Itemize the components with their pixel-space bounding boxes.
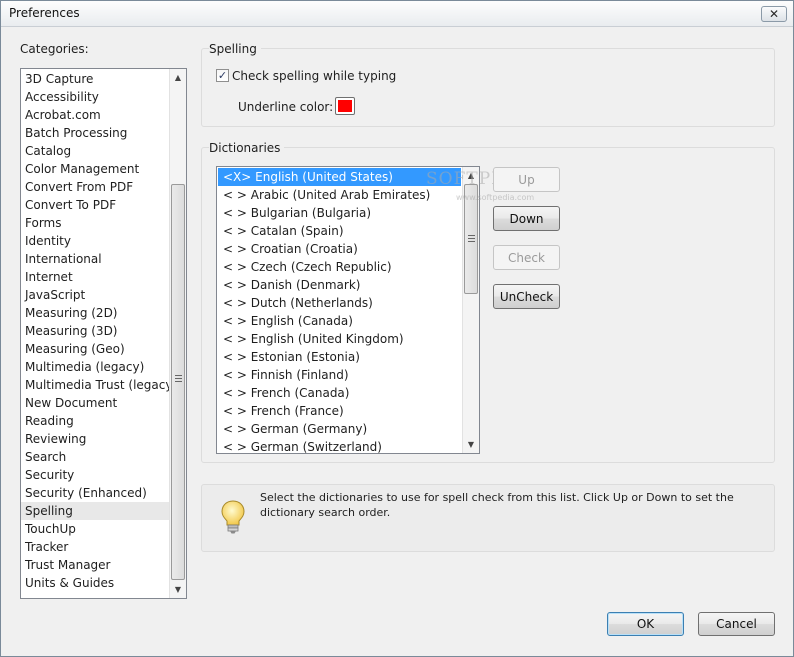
dictionary-item[interactable]: < > Catalan (Spain)	[218, 222, 461, 240]
dict-grip-icon	[468, 235, 475, 242]
underline-color-picker[interactable]	[335, 97, 355, 115]
category-item[interactable]: International	[21, 250, 169, 268]
dictionary-item[interactable]: < > French (France)	[218, 402, 461, 420]
category-item[interactable]: Internet	[21, 268, 169, 286]
down-button[interactable]: Down	[493, 206, 560, 231]
category-item[interactable]: Multimedia (legacy)	[21, 358, 169, 376]
category-item[interactable]: Trust Manager	[21, 556, 169, 574]
scroll-up-icon[interactable]: ▲	[170, 69, 186, 86]
category-item[interactable]: TouchUp	[21, 520, 169, 538]
dictionaries-list[interactable]: <X> English (United States) < > Arabic (U…	[216, 166, 480, 454]
dictionary-item[interactable]: < > French (Canada)	[218, 384, 461, 402]
close-icon: ✕	[768, 7, 780, 21]
category-item[interactable]: Convert From PDF	[21, 178, 169, 196]
category-item[interactable]: Batch Processing	[21, 124, 169, 142]
title-bar: Preferences ✕	[1, 1, 793, 27]
dictionary-item[interactable]: < > Estonian (Estonia)	[218, 348, 461, 366]
category-item[interactable]: Multimedia Trust (legacy)	[21, 376, 177, 394]
close-button[interactable]: ✕	[761, 6, 787, 22]
category-item[interactable]: JavaScript	[21, 286, 169, 304]
category-item[interactable]: Units & Guides	[21, 574, 169, 592]
dictionaries-group-title: Dictionaries	[209, 141, 285, 155]
cancel-button[interactable]: Cancel	[698, 612, 775, 636]
category-item[interactable]: Spelling	[21, 502, 169, 520]
category-item[interactable]: Convert To PDF	[21, 196, 169, 214]
uncheck-button[interactable]: UnCheck	[493, 284, 560, 309]
hint-box: Select the dictionaries to use for spell…	[201, 484, 775, 552]
category-item[interactable]: Accessibility	[21, 88, 169, 106]
category-item[interactable]: Acrobat.com	[21, 106, 169, 124]
lightbulb-icon	[221, 500, 245, 534]
category-item[interactable]: Search	[21, 448, 169, 466]
scroll-down-icon[interactable]: ▼	[170, 581, 186, 598]
category-item[interactable]: Security	[21, 466, 169, 484]
dict-scroll-down-icon[interactable]: ▼	[463, 436, 479, 453]
category-item[interactable]: Catalog	[21, 142, 169, 160]
category-item[interactable]: Forms	[21, 214, 169, 232]
watermark-url: www.softpedia.com	[456, 193, 535, 202]
dictionary-item[interactable]: < > Bulgarian (Bulgaria)	[218, 204, 461, 222]
category-item[interactable]: Identity	[21, 232, 169, 250]
dictionary-item[interactable]: < > English (Canada)	[218, 312, 461, 330]
dictionary-item[interactable]: <X> English (United States)	[218, 168, 461, 186]
up-button[interactable]: Up	[493, 167, 560, 192]
category-item[interactable]: New Document	[21, 394, 169, 412]
dictionaries-scrollbar[interactable]: ▲ ▼	[462, 167, 479, 453]
category-item[interactable]: Reviewing	[21, 430, 169, 448]
category-item[interactable]: Measuring (Geo)	[21, 340, 169, 358]
category-item[interactable]: Security (Enhanced)	[21, 484, 169, 502]
window-title: Preferences	[9, 6, 80, 20]
category-item[interactable]: Measuring (2D)	[21, 304, 169, 322]
checkmark-icon: ✓	[217, 69, 228, 82]
category-item[interactable]: Measuring (3D)	[21, 322, 169, 340]
category-item[interactable]: Color Management	[21, 160, 169, 178]
scroll-thumb[interactable]	[171, 184, 185, 580]
dictionary-item[interactable]: < > Croatian (Croatia)	[218, 240, 461, 258]
hint-text: Select the dictionaries to use for spell…	[260, 491, 734, 519]
preferences-window: Preferences ✕ Categories: 3D Capture Acce…	[0, 0, 794, 657]
spelling-group-title: Spelling	[209, 42, 261, 56]
check-spelling-checkbox[interactable]: ✓	[216, 69, 229, 82]
underline-color-label: Underline color:	[238, 100, 334, 114]
categories-label: Categories:	[20, 42, 89, 56]
dictionary-item[interactable]: < > Danish (Denmark)	[218, 276, 461, 294]
dictionary-item[interactable]: < > Czech (Czech Republic)	[218, 258, 461, 276]
dictionary-item[interactable]: < > Finnish (Finland)	[218, 366, 461, 384]
category-item[interactable]: Tracker	[21, 538, 169, 556]
categories-list[interactable]: 3D Capture Accessibility Acrobat.com Batch …	[20, 68, 187, 599]
check-spelling-label: Check spelling while typing	[232, 69, 397, 83]
check-button[interactable]: Check	[493, 245, 560, 270]
color-swatch	[338, 100, 352, 112]
ok-button[interactable]: OK	[607, 612, 684, 636]
dictionary-item[interactable]: < > German (Switzerland)	[218, 438, 461, 453]
dictionary-item[interactable]: < > Dutch (Netherlands)	[218, 294, 461, 312]
category-item[interactable]: 3D Capture	[21, 70, 169, 88]
dictionary-item[interactable]: < > German (Germany)	[218, 420, 461, 438]
dictionary-item[interactable]: < > English (United Kingdom)	[218, 330, 461, 348]
categories-scrollbar[interactable]: ▲ ▼	[169, 69, 186, 598]
grip-icon	[175, 375, 182, 382]
spelling-group	[201, 48, 775, 127]
dictionary-item[interactable]: < > Arabic (United Arab Emirates)	[218, 186, 461, 204]
category-item[interactable]: Reading	[21, 412, 169, 430]
